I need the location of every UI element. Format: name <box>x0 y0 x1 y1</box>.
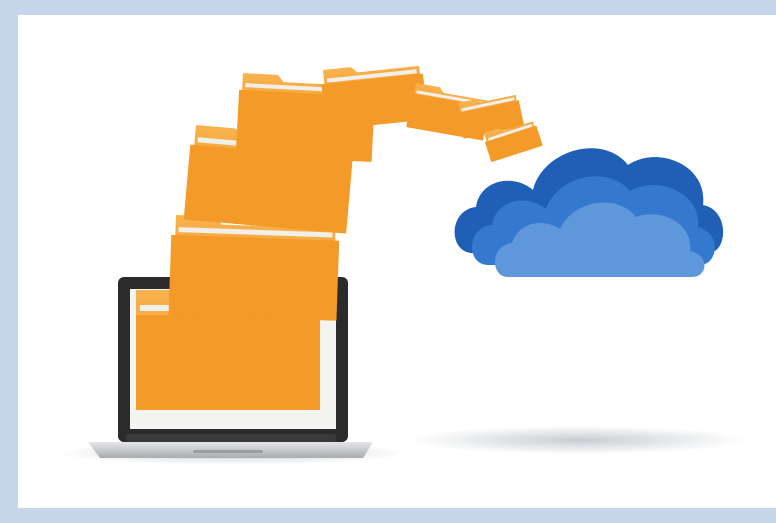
image-canvas <box>18 15 776 508</box>
cloud-upload-illustration <box>58 65 748 465</box>
image-frame <box>0 0 776 523</box>
folder-icon-4 <box>168 215 340 321</box>
cloud-icon <box>454 148 724 277</box>
cloud-shadow <box>408 426 748 454</box>
